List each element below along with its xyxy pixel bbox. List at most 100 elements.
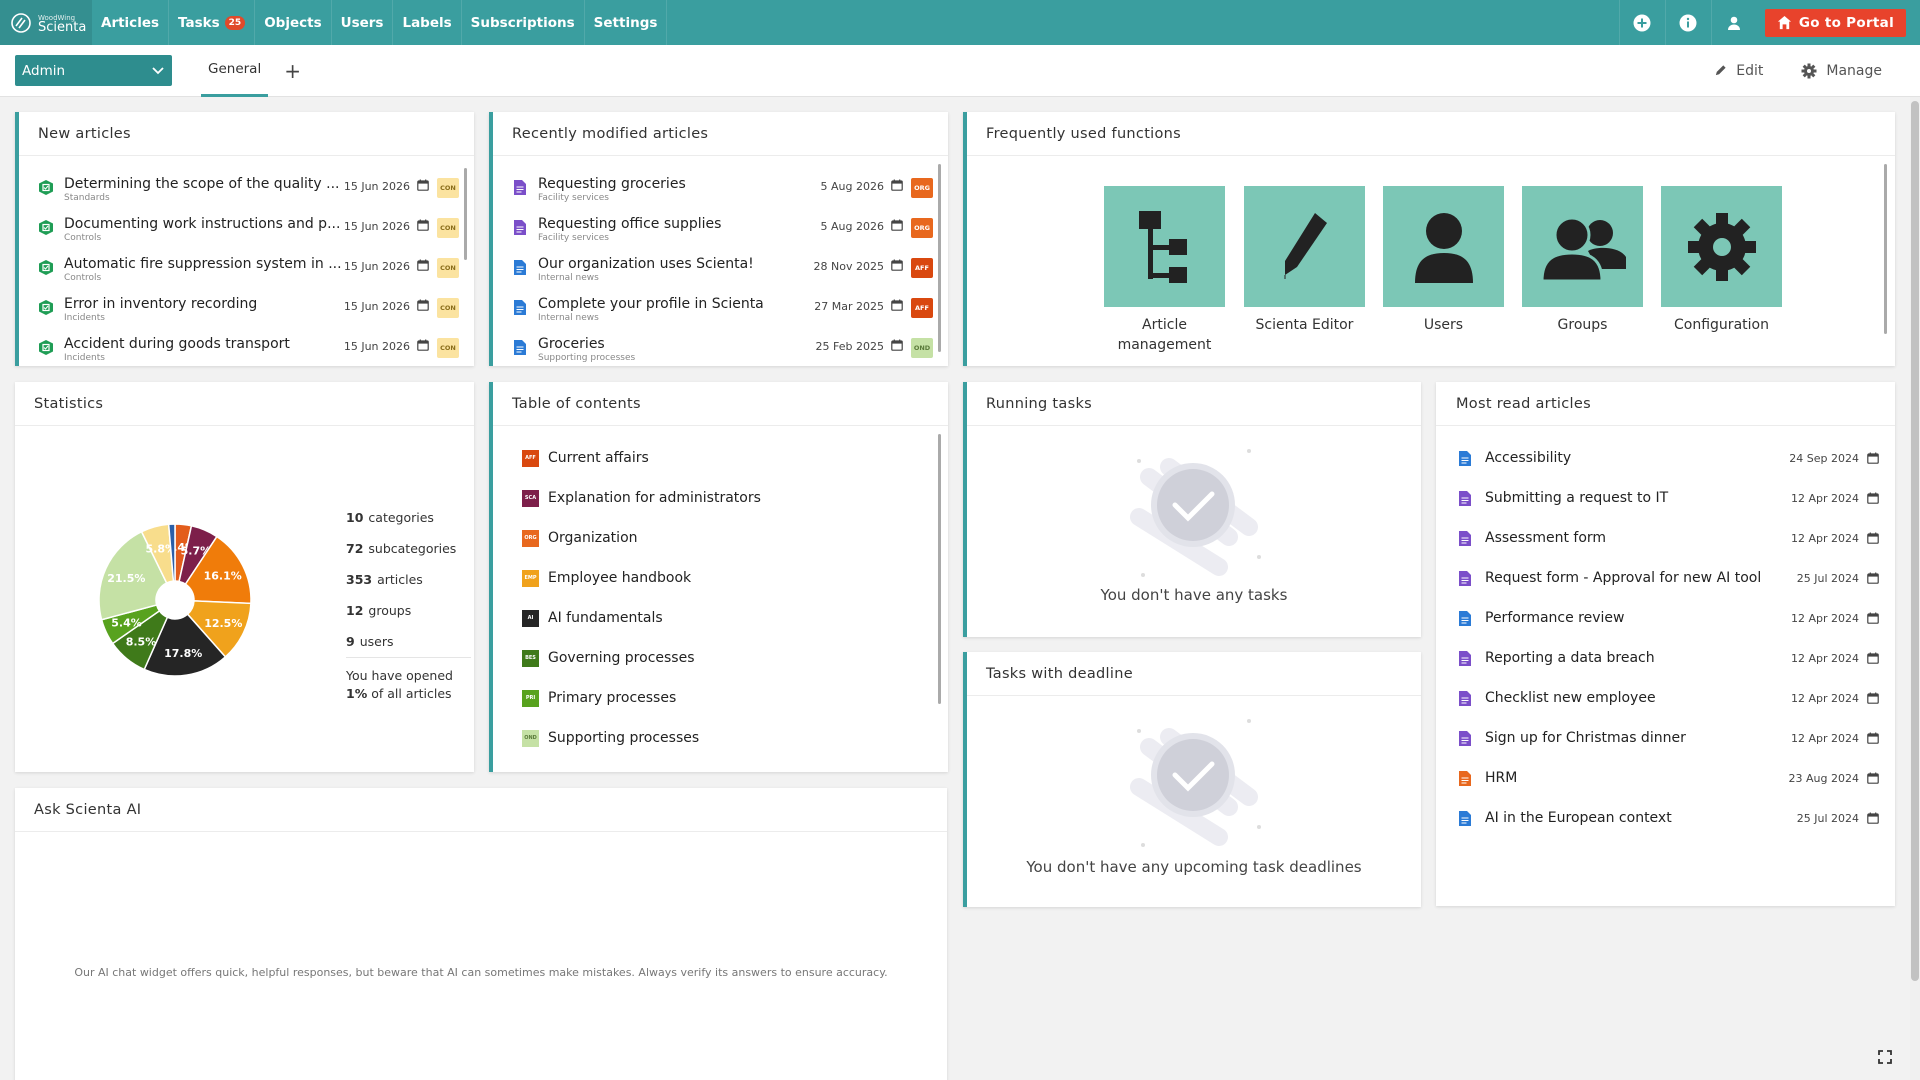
role-select[interactable]: Admin bbox=[15, 55, 172, 86]
add-button[interactable] bbox=[1618, 0, 1665, 45]
calendar-icon bbox=[1867, 492, 1879, 504]
most-read-article-item[interactable]: Checklist new employee 12 Apr 2024 bbox=[1457, 678, 1879, 718]
most-read-article-item[interactable]: Accessibility 24 Sep 2024 bbox=[1457, 438, 1879, 478]
most-read-article-item[interactable]: Submitting a request to IT 12 Apr 2024 bbox=[1457, 478, 1879, 518]
article-date: 15 Jun 2026 bbox=[343, 340, 410, 353]
pie-slice-label: 21.5% bbox=[107, 572, 145, 585]
toc-item[interactable]: OND Supporting processes bbox=[522, 718, 902, 758]
toc-item[interactable]: PRI Primary processes bbox=[522, 678, 902, 718]
toc-item[interactable]: ORG Organization bbox=[522, 518, 902, 558]
logo-mark-icon bbox=[11, 12, 31, 33]
toc-item[interactable]: AI AI fundamentals bbox=[522, 598, 902, 638]
profile-button[interactable] bbox=[1710, 0, 1757, 45]
recent-articles-scrollbar[interactable] bbox=[938, 164, 941, 352]
article-date: 12 Apr 2024 bbox=[1790, 651, 1859, 665]
article-title: Automatic fire suppression system in ... bbox=[64, 256, 342, 272]
control-article-icon bbox=[38, 259, 54, 275]
nav-subscriptions[interactable]: Subscriptions bbox=[462, 0, 585, 45]
document-icon bbox=[514, 339, 526, 355]
pencil-icon bbox=[1716, 65, 1726, 76]
document-icon bbox=[1459, 490, 1471, 506]
most-read-article-item[interactable]: Performance review 12 Apr 2024 bbox=[1457, 598, 1879, 638]
nav-tasks[interactable]: Tasks 25 bbox=[169, 0, 256, 45]
page-scrollbar[interactable] bbox=[1910, 97, 1920, 1080]
nav-settings[interactable]: Settings bbox=[585, 0, 668, 45]
most-read-article-item[interactable]: Assessment form 12 Apr 2024 bbox=[1457, 518, 1879, 558]
article-date: 15 Jun 2026 bbox=[343, 260, 410, 273]
calendar-icon bbox=[891, 299, 903, 311]
scienta-logo[interactable]: WoodWing Scienta bbox=[0, 0, 92, 45]
recent-article-item[interactable]: Requesting groceries Facility services 5 A… bbox=[512, 171, 933, 211]
info-button[interactable] bbox=[1664, 0, 1711, 45]
calendar-icon bbox=[1867, 572, 1879, 584]
nav-articles[interactable]: Articles bbox=[92, 0, 170, 45]
recent-article-item[interactable]: Requesting office supplies Facility servi… bbox=[512, 211, 933, 251]
article-category: Facility services bbox=[538, 233, 609, 243]
calendar-icon bbox=[891, 259, 903, 271]
article-date: 12 Apr 2024 bbox=[1790, 531, 1859, 545]
stat-users-value: 9 bbox=[346, 634, 355, 649]
article-management-shortcut[interactable]: Article management bbox=[1104, 186, 1225, 355]
add-tab-button[interactable]: + bbox=[284, 59, 301, 83]
article-date: 12 Apr 2024 bbox=[1790, 491, 1859, 505]
new-article-item[interactable]: Determining the scope of the quality ...… bbox=[38, 171, 459, 211]
deadline-tasks-empty-text: You don't have any upcoming task deadlin… bbox=[1026, 858, 1362, 876]
article-text: Groceries Supporting processes bbox=[538, 336, 816, 363]
new-article-item[interactable]: Documenting work instructions and p... Co… bbox=[38, 211, 459, 251]
article-text: Accident during goods transport Incidents bbox=[64, 336, 344, 363]
users-shortcut[interactable]: Users bbox=[1383, 186, 1504, 335]
most-read-article-item[interactable]: Sign up for Christmas dinner 12 Apr 2024 bbox=[1457, 718, 1879, 758]
users-tile bbox=[1383, 186, 1504, 307]
nav-labels[interactable]: Labels bbox=[393, 0, 462, 45]
category-tag: OND bbox=[911, 338, 933, 358]
fullscreen-icon[interactable] bbox=[1878, 1050, 1892, 1064]
category-tag: CON bbox=[437, 338, 459, 358]
calendar-icon bbox=[417, 259, 429, 271]
calendar-icon bbox=[1867, 532, 1879, 544]
nav-objects[interactable]: Objects bbox=[255, 0, 332, 45]
toc-item[interactable]: AFF Current affairs bbox=[522, 438, 902, 478]
frequent-functions-widget: Frequently used functions Article manage… bbox=[963, 112, 1895, 366]
most-read-article-item[interactable]: HRM 23 Aug 2024 bbox=[1457, 758, 1879, 798]
article-date: 25 Jul 2024 bbox=[1796, 571, 1859, 585]
article-date: 24 Sep 2024 bbox=[1789, 451, 1859, 465]
new-article-item[interactable]: Error in inventory recording Incidents 15 … bbox=[38, 291, 459, 331]
article-title: Our organization uses Scienta! bbox=[538, 256, 754, 272]
logo-brand-text: WoodWing bbox=[38, 13, 76, 22]
new-articles-scrollbar[interactable] bbox=[464, 168, 467, 260]
nav-users[interactable]: Users bbox=[332, 0, 394, 45]
recent-article-item[interactable]: Complete your profile in Scienta Internal… bbox=[512, 291, 933, 331]
document-icon bbox=[1459, 770, 1471, 786]
document-icon bbox=[514, 179, 526, 195]
most-read-article-item[interactable]: Request form - Approval for new AI tool 2… bbox=[1457, 558, 1879, 598]
recent-articles-widget: Recently modified articles Requesting gr… bbox=[489, 112, 948, 366]
go-to-portal-button[interactable]: Go to Portal bbox=[1764, 8, 1906, 37]
toc-scrollbar[interactable] bbox=[938, 434, 941, 704]
new-article-item[interactable]: Automatic fire suppression system in ...… bbox=[38, 251, 459, 291]
document-icon bbox=[1457, 570, 1473, 586]
manage-button[interactable]: Manage bbox=[1801, 63, 1882, 79]
new-article-item[interactable]: Accident during goods transport Incidents… bbox=[38, 331, 459, 365]
configuration-shortcut[interactable]: Configuration bbox=[1661, 186, 1782, 335]
scienta-editor-shortcut[interactable]: Scienta Editor bbox=[1244, 186, 1365, 335]
tab-general[interactable]: General bbox=[201, 45, 269, 97]
toc-item[interactable]: BES Governing processes bbox=[522, 638, 902, 678]
recent-article-item[interactable]: Groceries Supporting processes 25 Feb 2025… bbox=[512, 331, 933, 365]
category-code-badge: BES bbox=[522, 649, 539, 667]
page-scrollbar-thumb[interactable] bbox=[1911, 101, 1919, 981]
toc-item[interactable]: SCA Explanation for administrators bbox=[522, 478, 902, 518]
article-text: Automatic fire suppression system in ...… bbox=[64, 256, 344, 283]
article-title: Assessment form bbox=[1485, 530, 1607, 546]
groups-shortcut[interactable]: Groups bbox=[1522, 186, 1643, 335]
recent-article-item[interactable]: Our organization uses Scienta! Internal n… bbox=[512, 251, 933, 291]
toc-item[interactable]: EMP Employee handbook bbox=[522, 558, 902, 598]
article-category: Supporting processes bbox=[538, 353, 636, 363]
most-read-article-item[interactable]: Reporting a data breach 12 Apr 2024 bbox=[1457, 638, 1879, 678]
role-select-value: Admin bbox=[22, 62, 66, 79]
stat-groups-label: groups bbox=[368, 603, 412, 618]
control-article-icon bbox=[38, 339, 54, 355]
document-icon bbox=[512, 179, 528, 195]
functions-scrollbar[interactable] bbox=[1884, 164, 1887, 334]
edit-button[interactable]: Edit bbox=[1714, 63, 1763, 79]
most-read-article-item[interactable]: AI in the European context 25 Jul 2024 bbox=[1457, 798, 1879, 838]
